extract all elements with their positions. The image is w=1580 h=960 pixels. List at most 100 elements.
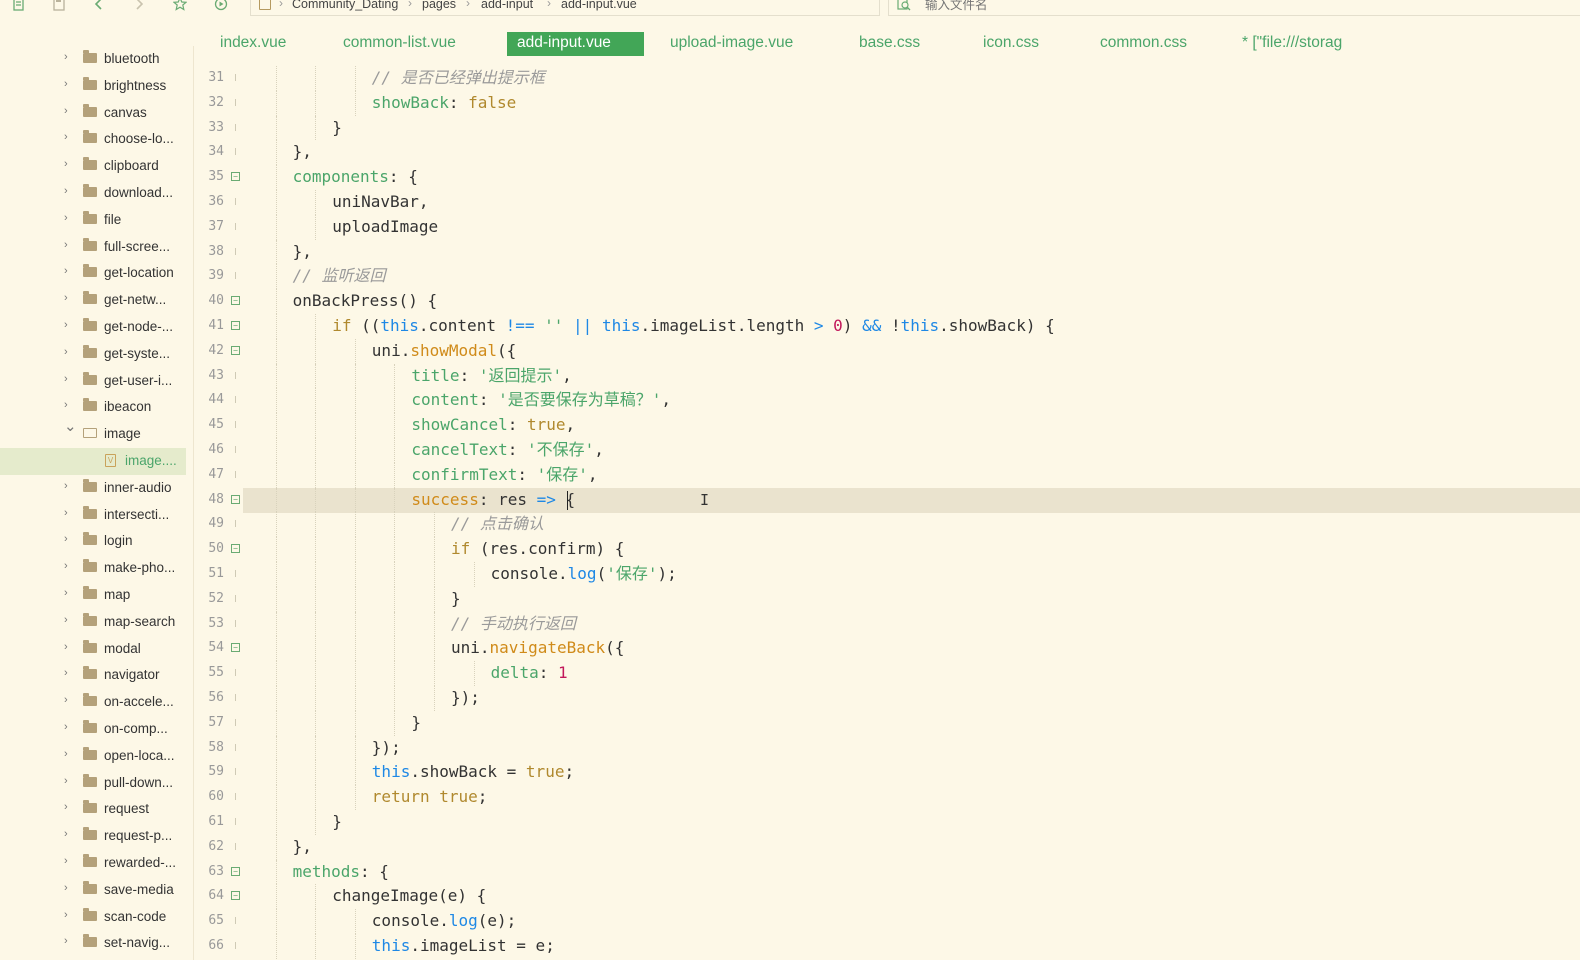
code-line[interactable]: }	[411, 711, 421, 736]
tab-common-list-vue[interactable]: common-list.vue	[343, 32, 456, 56]
tree-folder-item[interactable]: › get-netw...	[0, 287, 186, 314]
code-line[interactable]: this.showBack = true;	[372, 760, 574, 785]
code-line[interactable]: if ((this.content !== '' || this.imageLi…	[332, 314, 1055, 339]
chevron-right-icon[interactable]: ›	[64, 130, 74, 144]
chevron-right-icon[interactable]: ›	[64, 184, 74, 198]
tree-folder-item[interactable]: › map	[0, 582, 186, 609]
chevron-right-icon[interactable]: ›	[64, 666, 74, 680]
chevron-right-icon[interactable]: ›	[64, 157, 74, 171]
code-line[interactable]: confirmText: '保存',	[411, 463, 597, 488]
code-line[interactable]: this.imageList = e;	[372, 934, 555, 959]
tree-folder-item[interactable]: › on-accele...	[0, 689, 186, 716]
chevron-right-icon[interactable]: ›	[64, 372, 74, 386]
tree-folder-item[interactable]: › login	[0, 528, 186, 555]
tree-folder-item[interactable]: › get-syste...	[0, 341, 186, 368]
search-input[interactable]	[925, 0, 1225, 12]
code-line[interactable]: }	[451, 587, 461, 612]
tab-icon-css[interactable]: icon.css	[983, 32, 1039, 56]
chevron-right-icon[interactable]: ›	[64, 586, 74, 600]
tree-folder-item[interactable]: › navigator	[0, 662, 186, 689]
tree-folder-item[interactable]: › get-node-...	[0, 314, 186, 341]
code-line[interactable]: content: '是否要保存为草稿？',	[411, 388, 671, 413]
code-line[interactable]: });	[372, 736, 401, 761]
fold-toggle-icon[interactable]: −	[231, 172, 240, 182]
chevron-right-icon[interactable]: ›	[64, 854, 74, 868]
tree-folder-item[interactable]: › scan-code	[0, 904, 186, 931]
code-line[interactable]: console.log(e);	[372, 909, 517, 934]
fold-toggle-icon[interactable]: −	[231, 866, 240, 876]
chevron-down-icon[interactable]: ⌄	[64, 419, 77, 434]
code-line[interactable]: // 手动执行返回	[451, 612, 576, 637]
tree-folder-item[interactable]: › pull-down...	[0, 770, 186, 797]
back-icon[interactable]	[90, 0, 108, 15]
chevron-right-icon[interactable]: ›	[64, 693, 74, 707]
tree-folder-item[interactable]: › rewarded-...	[0, 850, 186, 877]
code-line[interactable]: uni.navigateBack({	[451, 636, 624, 661]
tab-common-css[interactable]: common.css	[1100, 32, 1187, 56]
code-line[interactable]: });	[451, 686, 480, 711]
tab-base-css[interactable]: base.css	[859, 32, 920, 56]
code-line[interactable]: // 是否已经弹出提示框	[372, 66, 545, 91]
save-icon[interactable]	[50, 0, 68, 15]
fold-toggle-icon[interactable]: −	[231, 494, 240, 504]
chevron-right-icon[interactable]: ›	[64, 479, 74, 493]
forward-icon[interactable]	[130, 0, 148, 15]
code-line[interactable]: }	[332, 116, 342, 141]
tree-folder-item[interactable]: › download...	[0, 180, 186, 207]
tree-folder-item[interactable]: › request	[0, 796, 186, 823]
code-line[interactable]: uniNavBar,	[332, 190, 428, 215]
chevron-right-icon[interactable]: ›	[64, 827, 74, 841]
chevron-right-icon[interactable]: ›	[64, 613, 74, 627]
chevron-right-icon[interactable]: ›	[64, 881, 74, 895]
tree-folder-item[interactable]: › canvas	[0, 100, 186, 127]
code-line[interactable]: if (res.confirm) {	[451, 537, 624, 562]
code-line[interactable]: },	[293, 140, 312, 165]
code-line[interactable]: },	[293, 240, 312, 265]
tree-folder-item[interactable]: › file	[0, 207, 186, 234]
tree-folder-item[interactable]: ⌄ image	[0, 419, 186, 448]
fold-toggle-icon[interactable]: −	[231, 643, 240, 653]
code-line[interactable]: methods: {	[293, 860, 389, 885]
chevron-right-icon[interactable]: ›	[64, 640, 74, 654]
code-line[interactable]: onBackPress() {	[293, 289, 438, 314]
chevron-right-icon[interactable]: ›	[64, 291, 74, 305]
tree-folder-item[interactable]: › get-location	[0, 260, 186, 287]
fold-toggle-icon[interactable]: −	[231, 321, 240, 330]
code-line[interactable]: }	[332, 810, 342, 835]
code-line[interactable]: success: res => {	[411, 488, 575, 513]
chevron-right-icon[interactable]: ›	[64, 104, 74, 118]
tab-index-vue[interactable]: index.vue	[220, 32, 286, 56]
chevron-right-icon[interactable]: ›	[64, 398, 74, 412]
chevron-right-icon[interactable]: ›	[64, 800, 74, 814]
chevron-right-icon[interactable]: ›	[64, 345, 74, 359]
breadcrumb-item[interactable]: pages	[422, 0, 456, 11]
tree-folder-item[interactable]: › full-scree...	[0, 234, 186, 261]
chevron-right-icon[interactable]: ›	[64, 559, 74, 573]
code-line[interactable]: showCancel: true,	[411, 413, 575, 438]
chevron-right-icon[interactable]: ›	[64, 264, 74, 278]
chevron-right-icon[interactable]: ›	[64, 50, 74, 64]
tab-upload-image-vue[interactable]: upload-image.vue	[670, 32, 793, 56]
tree-folder-item[interactable]: › set-navig...	[0, 930, 186, 957]
tab-untitled-storage[interactable]: * ["file:///storag	[1242, 32, 1342, 56]
chevron-right-icon[interactable]: ›	[64, 747, 74, 761]
code-line[interactable]: // 点击确认	[451, 512, 544, 537]
tree-folder-item[interactable]: › on-comp...	[0, 716, 186, 743]
tree-folder-item[interactable]: › choose-lo...	[0, 126, 186, 153]
code-line[interactable]: console.log('保存');	[491, 562, 677, 587]
chevron-right-icon[interactable]: ›	[64, 318, 74, 332]
chevron-right-icon[interactable]: ›	[64, 720, 74, 734]
tree-folder-item[interactable]: › request-p...	[0, 823, 186, 850]
tree-folder-item[interactable]: › inner-audio	[0, 475, 186, 502]
chevron-right-icon[interactable]: ›	[64, 774, 74, 788]
tree-folder-item[interactable]: › open-loca...	[0, 743, 186, 770]
tree-folder-item[interactable]: › intersecti...	[0, 502, 186, 529]
chevron-right-icon[interactable]: ›	[64, 506, 74, 520]
chevron-right-icon[interactable]: ›	[64, 211, 74, 225]
code-line[interactable]: delta: 1	[491, 661, 568, 686]
tree-folder-item[interactable]: › bluetooth	[0, 46, 186, 73]
tab-add-input-vue[interactable]: add-input.vue	[507, 32, 644, 56]
tree-folder-item[interactable]: › brightness	[0, 73, 186, 100]
chevron-right-icon[interactable]: ›	[64, 908, 74, 922]
code-line[interactable]: cancelText: '不保存',	[411, 438, 604, 463]
